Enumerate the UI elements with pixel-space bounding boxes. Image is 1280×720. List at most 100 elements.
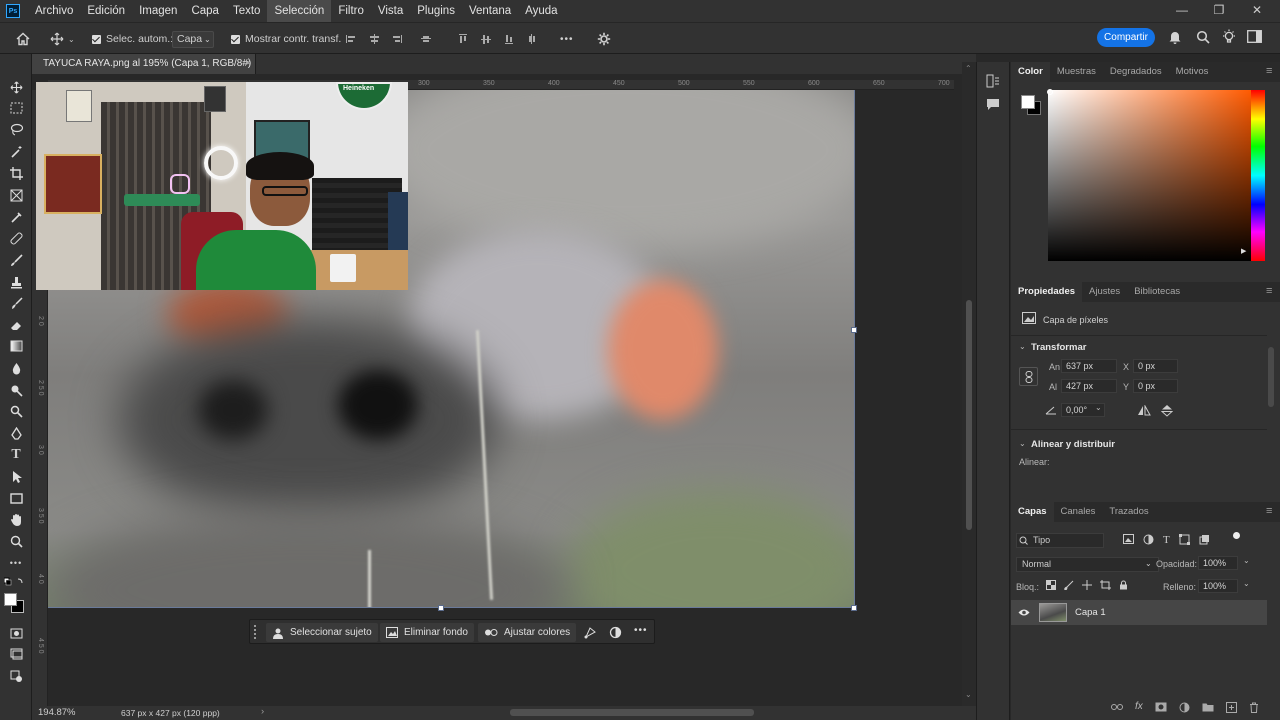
tab-muestras[interactable]: Muestras — [1050, 62, 1103, 82]
layer-filter-dropdown[interactable]: Tipo — [1016, 533, 1104, 548]
dodge-tool-icon[interactable] — [6, 381, 26, 399]
vertical-scroll-thumb[interactable] — [966, 300, 972, 530]
eye-visibility-icon[interactable] — [1018, 608, 1030, 620]
move-tool-icon[interactable]: ⌄ — [50, 30, 75, 48]
menu-vista[interactable]: Vista — [371, 0, 410, 22]
menu-seleccion[interactable]: Selección — [267, 0, 332, 22]
adjust-colors-button[interactable]: Ajustar colores — [478, 623, 577, 642]
adjustment-layer-icon[interactable] — [1179, 702, 1190, 713]
lock-all-icon[interactable] — [1119, 580, 1128, 590]
panel-menu-icon[interactable]: ≡ — [1266, 285, 1272, 297]
pen-tool-icon[interactable] — [6, 424, 26, 442]
screen-mode-icon[interactable] — [6, 645, 26, 663]
magic-wand-icon[interactable] — [6, 142, 26, 160]
more-options-button[interactable]: ••• — [560, 30, 574, 48]
add-mask-icon[interactable] — [1155, 702, 1167, 712]
maximize-button[interactable]: ❐ — [1202, 0, 1236, 22]
layer-row-capa-1[interactable]: Capa 1 — [1011, 600, 1267, 625]
menu-imagen[interactable]: Imagen — [132, 0, 184, 22]
chevron-down-icon[interactable]: ⌄ — [1019, 439, 1026, 448]
new-layer-icon[interactable] — [1225, 702, 1237, 713]
tab-motivos[interactable]: Motivos — [1169, 62, 1216, 82]
align-top-icon[interactable] — [457, 33, 469, 45]
filter-pixel-icon[interactable] — [1123, 534, 1134, 545]
tab-color[interactable]: Color — [1011, 62, 1050, 82]
transform-handle-bottom[interactable] — [438, 605, 444, 611]
drag-handle-icon[interactable] — [253, 623, 257, 641]
path-selection-icon[interactable] — [6, 467, 26, 485]
align-left-icon[interactable] — [345, 33, 357, 45]
panel-menu-icon[interactable]: ≡ — [1266, 505, 1272, 517]
auto-select-checkbox[interactable]: Selec. autom.: — [92, 30, 173, 48]
tab-canales[interactable]: Canales — [1054, 502, 1103, 522]
select-subject-button[interactable]: Seleccionar sujeto — [266, 623, 378, 642]
filter-type-icon[interactable]: T — [1163, 534, 1170, 546]
menu-ventana[interactable]: Ventana — [462, 0, 518, 22]
x-input[interactable]: 0 px — [1133, 359, 1178, 373]
align-right-icon[interactable] — [391, 33, 403, 45]
tab-degradados[interactable]: Degradados — [1103, 62, 1169, 82]
filter-shape-icon[interactable] — [1178, 534, 1190, 545]
crop-tool-icon[interactable] — [6, 164, 26, 182]
scroll-down-arrow[interactable]: ⌄ — [965, 690, 972, 699]
close-tab-button[interactable]: × — [245, 58, 251, 69]
brush-tool-icon[interactable] — [6, 251, 26, 269]
distribute-vertical-icon[interactable] — [526, 33, 538, 45]
transform-handle-right[interactable] — [851, 327, 857, 333]
hand-tool-icon[interactable] — [6, 511, 26, 529]
history-brush-icon[interactable] — [6, 294, 26, 312]
menu-edicion[interactable]: Edición — [80, 0, 132, 22]
tab-propiedades[interactable]: Propiedades — [1011, 282, 1083, 302]
healing-brush-icon[interactable] — [6, 229, 26, 247]
new-group-icon[interactable] — [1202, 702, 1214, 712]
menu-filtro[interactable]: Filtro — [331, 0, 371, 22]
filter-adjustment-icon[interactable] — [1143, 534, 1154, 545]
lasso-tool-icon[interactable] — [6, 120, 26, 138]
opacity-input[interactable]: 100% — [1198, 556, 1238, 570]
blend-mode-dropdown[interactable]: Normal ⌄ — [1016, 557, 1159, 572]
chevron-down-icon[interactable]: ⌄ — [1095, 403, 1102, 412]
quick-mask-icon[interactable] — [6, 624, 26, 642]
bell-icon[interactable] — [1168, 29, 1182, 48]
edit-toolbar-icon[interactable] — [6, 667, 26, 685]
filter-toggle-icon[interactable] — [1233, 532, 1240, 539]
close-window-button[interactable]: ✕ — [1240, 0, 1274, 22]
eraser-icon[interactable] — [6, 316, 26, 334]
more-tools-icon[interactable]: ••• — [6, 554, 26, 572]
type-tool-icon[interactable]: T — [6, 446, 26, 464]
zoom-tool-icon[interactable] — [6, 532, 26, 550]
minimize-button[interactable]: — — [1165, 0, 1199, 22]
tab-ajustes[interactable]: Ajustes — [1082, 282, 1127, 302]
transform-pin-icon[interactable] — [584, 626, 597, 642]
search-icon[interactable] — [1196, 30, 1210, 47]
color-picker-cursor[interactable] — [1047, 89, 1053, 95]
align-middle-icon[interactable] — [480, 33, 492, 45]
chevron-down-icon[interactable]: ⌄ — [1243, 579, 1250, 588]
hue-slider-arrow[interactable]: ▶ — [1241, 247, 1246, 255]
chevron-down-icon[interactable]: ⌄ — [1243, 556, 1250, 565]
clone-stamp-icon[interactable] — [6, 273, 26, 291]
zoom-level[interactable]: 194.87% — [38, 707, 76, 718]
horizontal-scroll-thumb[interactable] — [510, 709, 754, 716]
marquee-tool-icon[interactable] — [6, 99, 26, 117]
status-chevron-icon[interactable]: › — [261, 706, 264, 717]
tab-bibliotecas[interactable]: Bibliotecas — [1127, 282, 1187, 302]
link-dimensions-button[interactable] — [1019, 367, 1038, 386]
menu-ayuda[interactable]: Ayuda — [518, 0, 564, 22]
move-tool-icon[interactable] — [6, 78, 26, 96]
menu-archivo[interactable]: Archivo — [28, 0, 80, 22]
remove-background-button[interactable]: Eliminar fondo — [380, 623, 474, 642]
menu-capa[interactable]: Capa — [184, 0, 226, 22]
rectangle-tool-icon[interactable] — [6, 489, 26, 507]
dodge-alt-icon[interactable] — [6, 402, 26, 420]
auto-select-dropdown[interactable]: Capa ⌄ — [172, 30, 214, 48]
distribute-icon[interactable] — [420, 33, 432, 45]
link-layers-icon[interactable] — [1111, 702, 1123, 712]
eyedropper-icon[interactable] — [6, 207, 26, 225]
filter-smart-object-icon[interactable] — [1199, 534, 1210, 545]
more-options-button[interactable]: ••• — [634, 625, 648, 636]
width-input[interactable]: 637 px — [1061, 359, 1117, 373]
color-picker-field[interactable] — [1048, 90, 1252, 261]
scroll-up-arrow[interactable]: ⌃ — [965, 64, 972, 73]
color-foreground-swatch[interactable] — [1021, 95, 1035, 109]
